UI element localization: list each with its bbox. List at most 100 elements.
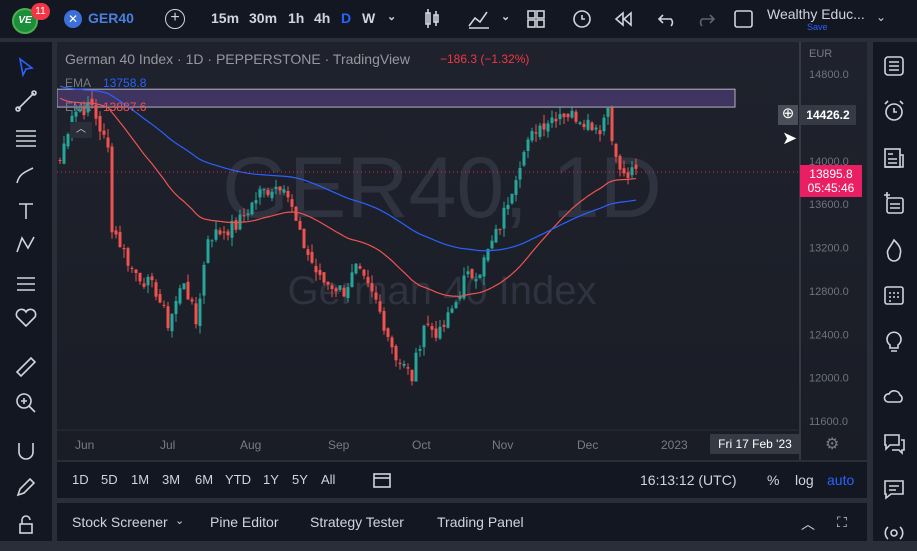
alert-icon[interactable] xyxy=(570,6,596,32)
range-all[interactable]: All xyxy=(321,472,335,487)
candle-body xyxy=(410,369,414,382)
candle-body xyxy=(358,266,362,269)
time-tick: Nov xyxy=(492,438,513,452)
candle-body xyxy=(630,167,634,176)
range-6m[interactable]: 6M xyxy=(195,472,213,487)
tab-stock-screener[interactable]: Stock Screener xyxy=(72,514,168,530)
candle-body xyxy=(278,186,282,191)
replay-icon[interactable] xyxy=(610,6,636,32)
crosshair-price-label: 14426.2 xyxy=(800,105,856,125)
timeframe-15m[interactable]: 15m xyxy=(211,10,239,26)
zoom-in-icon[interactable] xyxy=(13,390,39,416)
price-axis-currency[interactable]: EUR xyxy=(809,48,832,60)
log-toggle[interactable]: log xyxy=(795,472,814,488)
calendar-icon[interactable] xyxy=(881,282,907,308)
magnet-icon[interactable] xyxy=(13,438,39,464)
chats-icon[interactable] xyxy=(881,430,907,456)
candle-body xyxy=(250,202,254,215)
last-price: 13895.8 xyxy=(809,167,853,181)
trend-line-icon[interactable] xyxy=(13,88,39,114)
candle-body xyxy=(402,363,406,366)
range-5d[interactable]: 5D xyxy=(101,472,118,487)
layout-name[interactable]: Wealthy Educ... xyxy=(767,6,865,22)
percent-toggle[interactable]: % xyxy=(767,472,779,488)
candle-body xyxy=(422,325,426,348)
candle-body xyxy=(258,189,262,198)
pencil-lock-icon[interactable] xyxy=(13,474,39,500)
time-tick: Dec xyxy=(577,438,598,452)
indicators-chevron-icon[interactable]: ⌄ xyxy=(501,10,510,23)
last-price-label: 13895.8 05:45:46 xyxy=(800,165,862,197)
timeframe-30m[interactable]: 30m xyxy=(249,10,277,26)
streams-cloud-icon[interactable] xyxy=(881,384,907,410)
candle-body xyxy=(334,288,338,292)
chart-settings-gear-icon[interactable]: ⚙ xyxy=(825,434,839,454)
tab-strategy-tester[interactable]: Strategy Tester xyxy=(310,514,404,530)
date-range-calendar-icon[interactable] xyxy=(369,467,395,493)
tab-trading-panel[interactable]: Trading Panel xyxy=(437,514,524,530)
favorites-heart-icon[interactable] xyxy=(13,305,39,331)
crosshair-add-button[interactable]: ⊕ xyxy=(778,105,798,125)
lock-icon[interactable] xyxy=(13,512,39,538)
ideas-lightbulb-icon[interactable] xyxy=(881,328,907,354)
signal-icon[interactable] xyxy=(881,520,907,546)
candle-body xyxy=(586,119,590,130)
candle-body xyxy=(634,164,638,169)
utc-clock[interactable]: 16:13:12 (UTC) xyxy=(640,472,736,488)
symbol-search[interactable]: GER40 xyxy=(88,10,134,26)
candle-body xyxy=(406,367,410,369)
layout-chevron-icon[interactable]: ⌄ xyxy=(876,10,886,24)
candle-body xyxy=(626,172,630,178)
candle-body xyxy=(274,186,278,189)
timeframe-w[interactable]: W xyxy=(362,10,375,26)
undo-icon[interactable] xyxy=(655,6,681,32)
stock-screener-chevron-icon[interactable]: ⌄ xyxy=(175,514,184,527)
candle-body xyxy=(602,117,606,132)
alarm-clock-icon[interactable] xyxy=(881,98,907,124)
pattern-icon[interactable] xyxy=(13,232,39,258)
fib-lines-icon[interactable] xyxy=(13,124,39,150)
maximize-panel-icon[interactable]: ⛶ xyxy=(837,514,847,531)
indicators-icon[interactable] xyxy=(466,6,492,32)
candle-body xyxy=(174,300,178,315)
range-1m[interactable]: 1M xyxy=(131,472,149,487)
timeframe-d[interactable]: D xyxy=(341,10,351,26)
candle-body xyxy=(398,362,402,364)
candle-body xyxy=(122,248,126,250)
layout-grid-icon[interactable] xyxy=(523,6,549,32)
timeframe-1h[interactable]: 1h xyxy=(288,10,304,26)
prediction-icon[interactable] xyxy=(13,270,39,296)
messages-icon[interactable] xyxy=(881,476,907,502)
candle-body xyxy=(222,231,226,233)
watchlist-icon[interactable] xyxy=(881,53,907,79)
text-icon[interactable] xyxy=(13,198,39,224)
range-1y[interactable]: 1Y xyxy=(263,472,279,487)
legend-collapse-button[interactable]: ︿ xyxy=(70,122,92,138)
timeframe-4h[interactable]: 4h xyxy=(314,10,330,26)
timeframe-chevron-icon[interactable]: ⌄ xyxy=(387,10,396,23)
cursor-icon[interactable] xyxy=(13,54,39,80)
price-chart[interactable]: GER40, 1DGerman 40 Index14800.014000.013… xyxy=(57,42,867,460)
hotlist-fire-icon[interactable] xyxy=(881,237,907,263)
collapse-panel-icon[interactable]: ︿ xyxy=(801,514,815,534)
candles-icon[interactable] xyxy=(419,6,445,32)
fullscreen-square-icon[interactable] xyxy=(731,6,757,32)
chart-pane[interactable]: GER40, 1D German 40 Index 14800.0 14000.0 13… xyxy=(57,42,867,460)
range-5y[interactable]: 5Y xyxy=(292,472,308,487)
candle-body xyxy=(610,107,614,142)
range-3m[interactable]: 3M xyxy=(162,472,180,487)
auto-toggle[interactable]: auto xyxy=(827,472,854,488)
compare-plus-icon[interactable]: + xyxy=(165,9,185,29)
news-icon[interactable] xyxy=(881,145,907,171)
range-ytd[interactable]: YTD xyxy=(225,472,251,487)
add-list-icon[interactable] xyxy=(881,191,907,217)
redo-icon[interactable] xyxy=(692,6,718,32)
candle-body xyxy=(190,299,194,302)
range-1d[interactable]: 1D xyxy=(72,472,89,487)
candle-body xyxy=(218,230,222,235)
brush-icon[interactable] xyxy=(13,162,39,188)
tab-pine-editor[interactable]: Pine Editor xyxy=(210,514,278,530)
save-label[interactable]: Save xyxy=(807,22,828,32)
candle-body xyxy=(242,215,246,217)
ruler-icon[interactable] xyxy=(13,354,39,380)
